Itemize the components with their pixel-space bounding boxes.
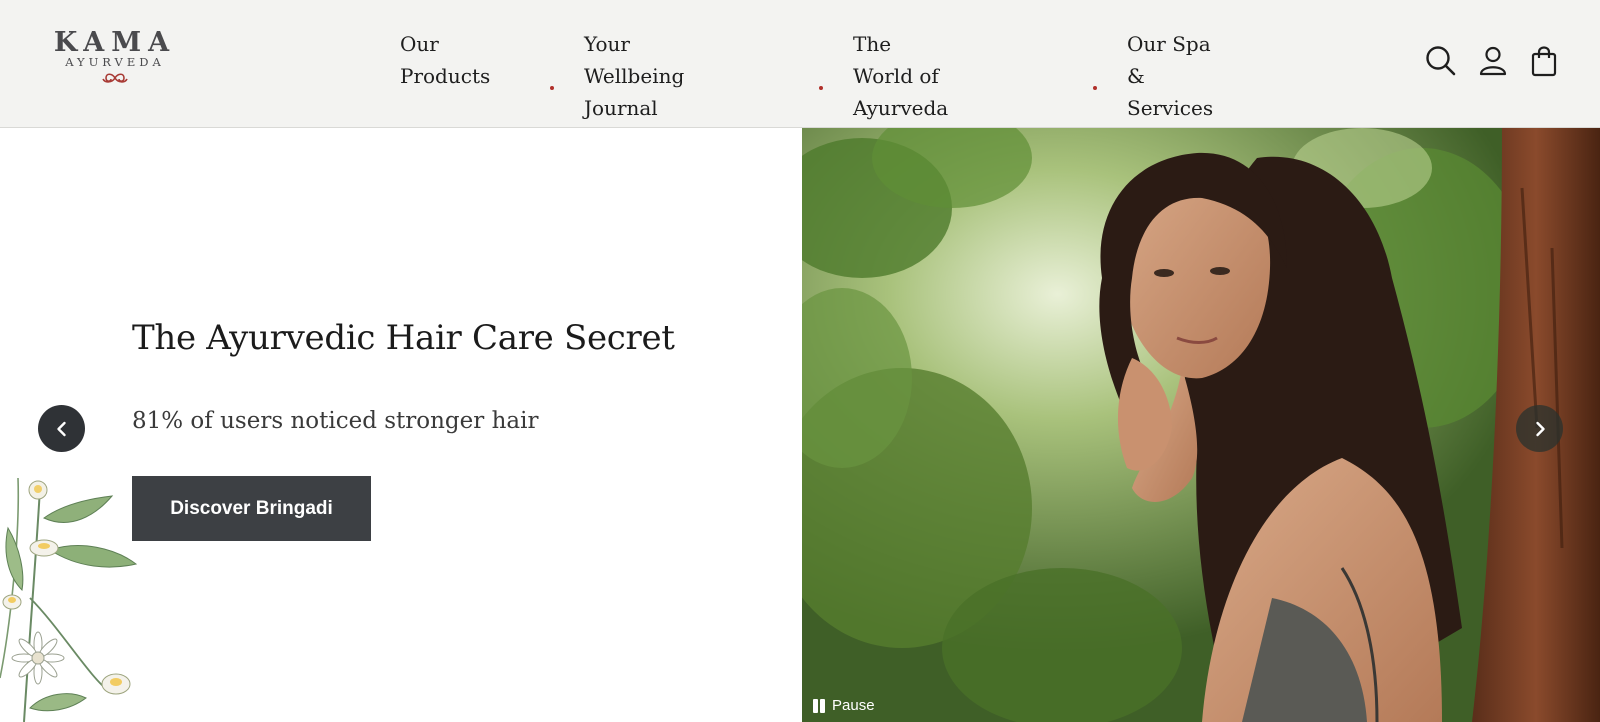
nav-item-label-line1: The World of [853,32,939,88]
chevron-left-icon [56,421,66,436]
nav-separator-dot [819,86,823,90]
kama-emblem-icon [102,73,128,83]
nav-item-label-line2: Products [400,64,491,88]
hero-title: The Ayurvedic Hair Care Secret [132,318,675,358]
nav-separator-dot [1093,86,1097,90]
nav-item-label-line1: Our [400,32,439,56]
brand-logo[interactable]: KAMA AYURVEDA [50,28,180,98]
discover-bringadi-button[interactable]: Discover Bringadi [132,476,371,541]
brand-name: KAMA [53,27,177,58]
shopping-bag-icon[interactable] [1527,44,1561,78]
chevron-right-icon [1535,421,1545,436]
carousel-next-button[interactable] [1516,405,1563,452]
brand-tagline: AYURVEDA [65,55,165,69]
nav-item-our-products[interactable]: Our Products [400,28,490,92]
nav-separator-dot [550,86,554,90]
nav-item-world-of-ayurveda[interactable]: The World of Ayurveda [853,28,948,124]
nav-item-wellbeing-journal[interactable]: Your Wellbeing Journal [584,28,684,124]
hero-photo [802,128,1600,722]
nav-item-label-line2: Services [1127,96,1214,120]
pause-icon [813,698,825,713]
site-header: KAMA AYURVEDA Our Products Your Wellbein… [0,0,1600,128]
nav-item-label-line1: Your Wellbeing [584,32,685,88]
pause-label: Pause [832,697,875,714]
nav-item-label-line2: Journal [584,96,658,120]
nav-item-label-line1: Our Spa & [1127,32,1211,88]
hero-text-panel: The Ayurvedic Hair Care Secret 81% of us… [0,128,802,722]
hero-image-panel [802,128,1600,722]
account-icon[interactable] [1476,44,1510,78]
hero-subtitle: 81% of users noticed stronger hair [132,408,539,434]
botanical-illustration [0,478,138,722]
nav-item-label-line2: Ayurveda [853,96,949,120]
nav-item-spa-services[interactable]: Our Spa & Services [1127,28,1213,124]
search-icon[interactable] [1424,44,1458,78]
carousel-prev-button[interactable] [38,405,85,452]
carousel-pause-button[interactable]: Pause [812,697,875,714]
